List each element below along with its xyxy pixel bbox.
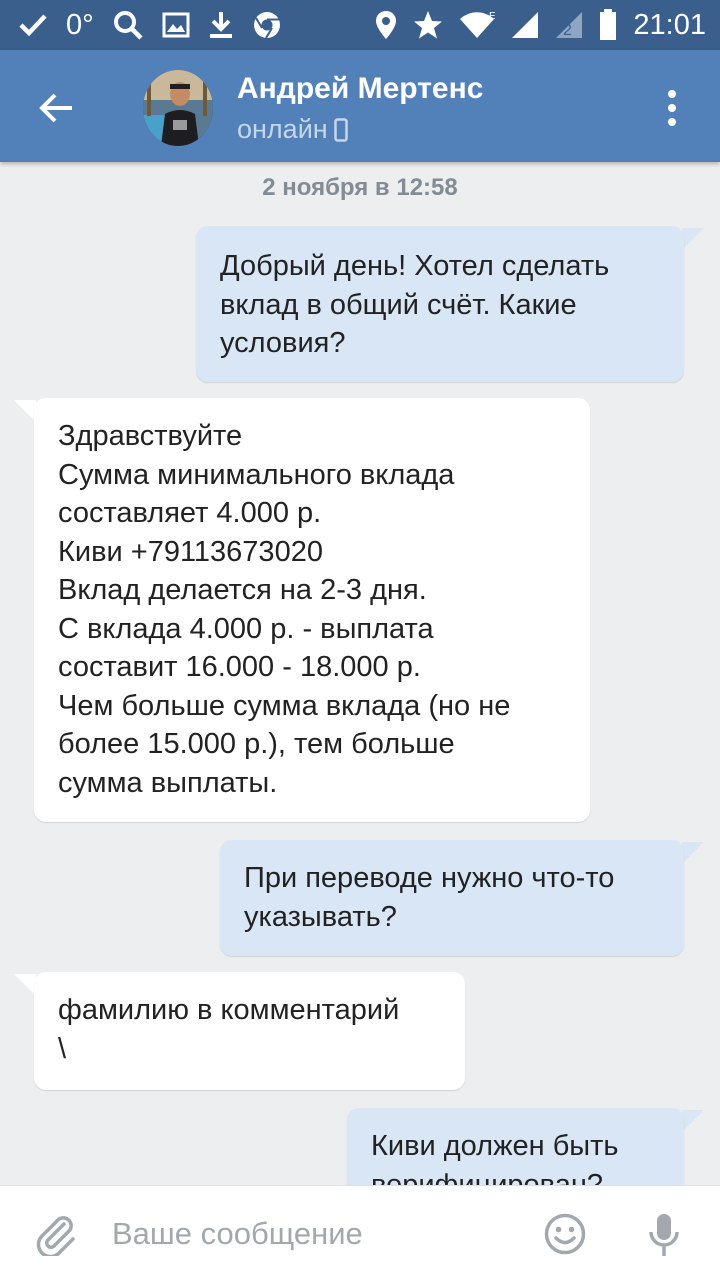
search-icon (112, 9, 144, 41)
download-icon (208, 10, 234, 40)
contact-status-row: онлайн (237, 114, 348, 145)
avatar[interactable] (143, 70, 213, 146)
emoji-icon (544, 1213, 586, 1255)
location-icon (375, 10, 397, 40)
check-icon (18, 12, 48, 38)
svg-text:2: 2 (563, 22, 572, 39)
message-incoming[interactable]: Здравствуйте Сумма минимального вклада с… (34, 398, 590, 822)
signal-2-icon: 2 (555, 11, 583, 39)
back-button[interactable] (28, 80, 84, 136)
date-divider: 2 ноября в 12:58 (262, 174, 458, 201)
battery-icon (599, 9, 617, 41)
bubble-tail (14, 974, 36, 996)
bubble-tail (682, 1110, 704, 1132)
contact-name[interactable]: Андрей Мертенс (237, 72, 483, 106)
message-outgoing[interactable]: Киви должен быть верифицирован? (347, 1108, 684, 1185)
temperature-text: 0° (66, 8, 94, 41)
chat-header: Андрей Мертенс онлайн (0, 50, 720, 162)
bubble-tail (682, 842, 704, 864)
wifi-icon: E (459, 10, 495, 40)
svg-text:E: E (489, 11, 495, 22)
status-bar-left: 0° (18, 0, 282, 50)
emoji-button[interactable] (544, 1213, 586, 1255)
chrome-icon (252, 10, 282, 40)
message-input[interactable] (112, 1208, 512, 1260)
signal-icon (511, 11, 539, 39)
clock-text: 21:01 (633, 8, 706, 41)
voice-message-button[interactable] (648, 1212, 680, 1258)
online-status: онлайн (237, 114, 328, 144)
phone-icon (333, 117, 348, 142)
bubble-tail (14, 400, 36, 422)
status-bar-right: E 2 21:01 (375, 0, 706, 50)
status-bar: 0° E 2 21:01 (0, 0, 720, 50)
paperclip-icon (36, 1216, 75, 1259)
back-arrow-icon (39, 93, 72, 123)
message-input-bar (0, 1185, 720, 1280)
image-icon (162, 12, 190, 38)
bubble-tail (682, 228, 704, 250)
message-outgoing[interactable]: Добрый день! Хотел сделать вклад в общий… (196, 226, 684, 382)
star-icon (413, 10, 443, 40)
more-button[interactable] (652, 84, 692, 132)
mic-icon (649, 1214, 679, 1256)
message-outgoing[interactable]: При переводе нужно что-то указывать? (220, 840, 684, 956)
message-incoming[interactable]: фамилию в комментарий \ (34, 972, 465, 1090)
attach-button[interactable] (34, 1212, 78, 1259)
more-vert-icon (668, 90, 676, 126)
